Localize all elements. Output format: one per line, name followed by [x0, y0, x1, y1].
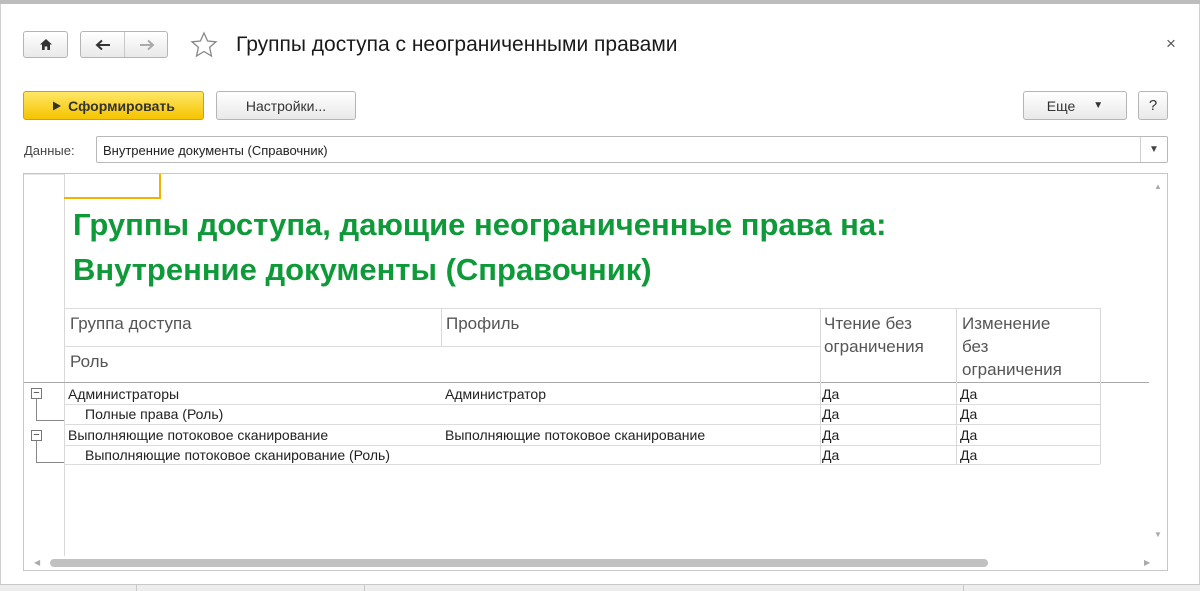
header-col-divider-4: [1100, 308, 1101, 464]
more-label: Еще: [1046, 97, 1076, 114]
row-role-name: Полные права (Роль): [85, 406, 224, 422]
generate-button[interactable]: Сформировать: [23, 91, 204, 120]
vertical-scrollbar[interactable]: ▲ ▼: [1149, 174, 1167, 556]
row-group-name: Администраторы: [68, 386, 180, 402]
gutter-top: [24, 174, 64, 175]
more-button[interactable]: Еще ▼: [1023, 91, 1127, 120]
status-separator: [136, 585, 137, 591]
row-group-name: Выполняющие потоковое сканирование: [68, 427, 329, 443]
status-separator: [963, 585, 964, 591]
table-row[interactable]: Администраторы Администратор Да Да: [64, 384, 1100, 404]
header-role: Роль: [70, 352, 109, 371]
row-change: Да: [960, 406, 978, 422]
settings-label: Настройки...: [245, 97, 327, 114]
home-button[interactable]: [23, 31, 68, 58]
generate-label: Сформировать: [68, 97, 175, 114]
header-change-unrestricted: Изменение без ограничения: [962, 312, 1062, 381]
table-row[interactable]: Полные права (Роль) Да Да: [64, 404, 1100, 424]
collapse-toggle-icon[interactable]: −: [31, 388, 42, 399]
scroll-up-icon[interactable]: ▲: [1154, 182, 1162, 191]
table-row[interactable]: Выполняющие потоковое сканирование (Роль…: [64, 445, 1100, 465]
back-button[interactable]: [81, 32, 124, 57]
help-button[interactable]: ?: [1138, 91, 1168, 120]
row-change: Да: [960, 386, 978, 402]
back-arrow-icon: [95, 39, 110, 50]
home-icon: [39, 39, 52, 50]
data-field-label: Данные:: [24, 143, 75, 158]
row-read: Да: [822, 447, 840, 463]
header-col-divider-1: [441, 308, 442, 346]
header-change-line1: Изменение: [962, 314, 1051, 333]
play-icon: [53, 101, 62, 110]
row-border: [64, 464, 1100, 465]
tree-line: [36, 462, 64, 463]
status-separator: [364, 585, 365, 591]
row-profile: Выполняющие потоковое сканирование: [445, 427, 706, 443]
scroll-right-icon[interactable]: ▶: [1144, 558, 1150, 567]
data-select[interactable]: Внутренние документы (Справочник) ▼: [96, 136, 1168, 163]
report-title-line1: Группы доступа, дающие неограниченные пр…: [73, 207, 887, 242]
window-frame-left: [0, 4, 1, 586]
active-cell-cursor[interactable]: [64, 174, 161, 199]
header-bottom-border: [24, 382, 1149, 383]
header-top-border: [64, 308, 1100, 309]
row-change: Да: [960, 447, 978, 463]
tree-line: [36, 420, 64, 421]
table-row[interactable]: Выполняющие потоковое сканирование Выпол…: [64, 425, 1100, 445]
header-read-line2: ограничения: [824, 337, 924, 356]
forward-button[interactable]: [125, 32, 168, 57]
dropdown-icon[interactable]: ▼: [1140, 137, 1167, 162]
row-profile: Администратор: [445, 386, 547, 402]
horizontal-scroll-thumb[interactable]: [50, 559, 988, 567]
row-read: Да: [822, 427, 840, 443]
close-icon[interactable]: ×: [1166, 34, 1176, 54]
report-title-line2: Внутренние документы (Справочник): [73, 252, 652, 287]
report-spreadsheet[interactable]: Группы доступа, дающие неограниченные пр…: [23, 173, 1168, 571]
report-title: Группы доступа, дающие неограниченные пр…: [73, 202, 886, 292]
help-label: ?: [1148, 97, 1158, 114]
header-read-line1: Чтение без: [824, 314, 912, 333]
row-read: Да: [822, 386, 840, 402]
forward-arrow-icon: [139, 39, 154, 50]
header-read-unrestricted: Чтение без ограничения: [824, 312, 924, 358]
navigation-buttons: [80, 31, 168, 58]
scroll-down-icon[interactable]: ▼: [1154, 530, 1162, 539]
row-change: Да: [960, 427, 978, 443]
header-profile: Профиль: [446, 314, 520, 333]
chevron-down-icon: ▼: [1093, 100, 1104, 111]
data-select-value: Внутренние документы (Справочник): [103, 143, 328, 158]
header-access-group: Группа доступа: [70, 314, 192, 333]
row-role-name: Выполняющие потоковое сканирование (Роль…: [85, 447, 390, 463]
settings-button[interactable]: Настройки...: [216, 91, 356, 120]
favorite-button[interactable]: [189, 30, 219, 60]
row-read: Да: [822, 406, 840, 422]
tree-line: [36, 441, 37, 463]
collapse-toggle-icon[interactable]: −: [31, 430, 42, 441]
tree-line: [36, 399, 37, 421]
scroll-left-icon[interactable]: ◀: [34, 558, 40, 567]
header-mid-border: [64, 346, 820, 347]
window-top-band: [0, 0, 1200, 4]
star-icon: [190, 31, 218, 58]
header-change-line2: без: [962, 337, 989, 356]
page-title: Группы доступа с неограниченными правами: [236, 33, 678, 56]
horizontal-scrollbar[interactable]: ◀ ▶: [24, 556, 1167, 570]
header-change-line3: ограничения: [962, 360, 1062, 379]
gutter-line: [64, 174, 65, 556]
